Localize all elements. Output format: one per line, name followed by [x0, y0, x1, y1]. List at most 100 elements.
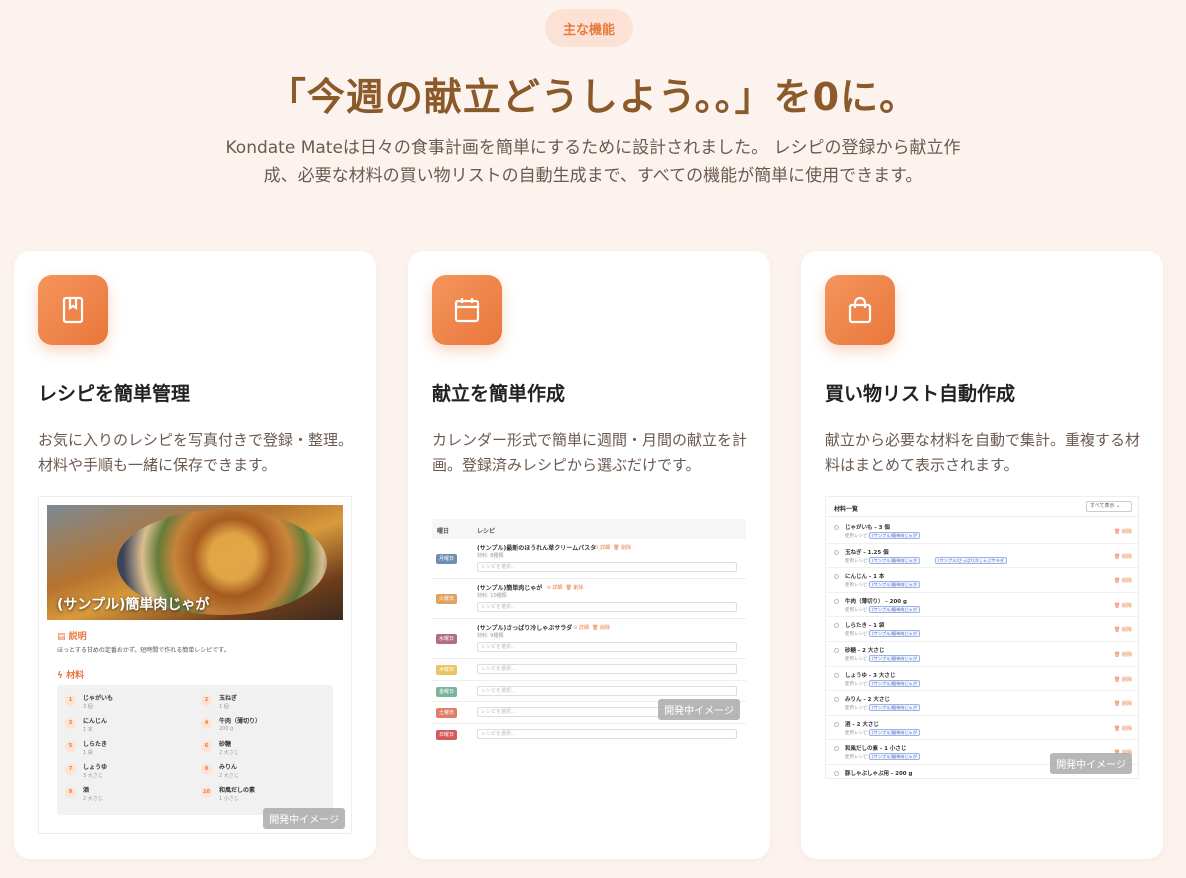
used-recipes-label: 使用レシピ:	[845, 730, 870, 736]
ingredient-number: 7	[65, 764, 76, 775]
recipe-photo: (サンプル)簡単肉じゃが	[47, 505, 343, 620]
item-checkbox[interactable]	[834, 746, 839, 752]
delete-button[interactable]: 🗑 削除	[1114, 553, 1132, 560]
ingredient-name: にんじん	[83, 718, 108, 725]
delete-button[interactable]: 🗑 削除	[1114, 577, 1132, 584]
recipe-select[interactable]: レシピを選択...	[477, 602, 737, 612]
feature-title: レシピを簡単管理	[38, 383, 191, 405]
item-name: 和風だしの素 - 1 小さじ	[845, 746, 907, 753]
used-recipes-label: 使用レシピ:	[845, 706, 870, 712]
shopping-item: 酒 - 2 大さじ 使用レシピ: (サンプル)簡単肉じゃが 🗑 削除	[826, 716, 1138, 741]
recipe-name[interactable]: (サンプル)さっぱり冷しゃぶサラダ	[477, 623, 572, 632]
delete-button[interactable]: 🗑 削除	[1114, 700, 1132, 707]
feature-desc: お気に入りのレシピを写真付きで登録・整理。材料や手順も一緒に保存できます。	[38, 431, 354, 474]
shopping-item: 玉ねぎ - 1.25 個使用レシピ: (サンプル)簡単肉じゃが (サンプル)さっぱり…	[826, 544, 1138, 569]
ingredient-item: 1 じゃがいも 3 個	[65, 693, 195, 715]
recipe-actions[interactable]: ⊙ 詳細 🗑 削除	[573, 624, 610, 631]
calendar-table-header: 曜日 レシピ	[432, 519, 746, 539]
recipe-select[interactable]: レシピを選択...	[477, 664, 737, 674]
ingredient-qty: 3 個	[83, 704, 93, 710]
day-badge: 日曜日	[436, 729, 457, 740]
item-checkbox[interactable]	[834, 525, 839, 530]
ingredient-item: 2 玉ねぎ 1 個	[201, 693, 331, 715]
day-badge: 木曜日	[436, 665, 457, 675]
item-checkbox[interactable]	[834, 697, 839, 703]
ingredient-number: 5	[65, 741, 76, 752]
ingredient-item: 6 砂糖 2 大さじ	[201, 739, 331, 761]
ingredient-qty: 1 小さじ	[219, 796, 239, 802]
item-name: しょうゆ - 3 大さじ	[845, 672, 896, 679]
day-badge: 火曜日	[436, 594, 457, 604]
item-checkbox[interactable]	[834, 549, 839, 555]
used-recipes-label: 使用レシピ:	[845, 657, 870, 662]
shopping-item: じゃがいも - 3 個使用レシピ: (サンプル)簡単肉じゃが 🗑 削除	[826, 519, 1138, 544]
item-name: みりん - 2 大さじ	[845, 697, 890, 704]
feature-desc: カレンダー形式で簡単に週間・月間の献立を計画。登録済みレシピから選ぶだけです。	[432, 431, 748, 474]
recipe-select[interactable]: レシピを選択...	[477, 562, 737, 572]
feature-card-recipe: レシピを簡単管理 お気に入りのレシピを写真付きで登録・整理。材料や手順も一緒に保…	[14, 251, 376, 859]
description-text: ほっとする甘めの定番おかず。短時間で作れる簡単レシピです。	[57, 647, 230, 654]
feature-card-calendar: 献立を簡単作成 カレンダー形式で簡単に週間・月間の献立を計画。登録済みレシピから…	[408, 251, 770, 859]
item-checkbox[interactable]	[834, 598, 839, 604]
filter-select[interactable]: すべて表示 ⌄	[1086, 501, 1132, 512]
ingredient-item: 9 酒 2 大さじ	[65, 785, 195, 807]
item-name: にんじん - 1 本	[845, 574, 885, 581]
item-checkbox[interactable]	[834, 672, 839, 678]
recipe-actions[interactable]: ⊙ 詳細 🗑 削除	[547, 584, 584, 591]
recipe-actions[interactable]: ⊙ 詳細 🗑 削除	[594, 544, 631, 551]
recipe-tag: (サンプル)簡単肉じゃが	[869, 704, 921, 712]
recipe-name[interactable]: (サンプル)簡単肉じゃが	[477, 583, 542, 592]
ingredient-number: 8	[201, 764, 212, 775]
delete-button[interactable]: 🗑 削除	[1114, 651, 1132, 658]
item-checkbox[interactable]	[834, 623, 839, 629]
item-name: 酒 - 2 大さじ	[845, 721, 879, 728]
item-checkbox[interactable]	[834, 721, 839, 727]
delete-button[interactable]: 🗑 削除	[1114, 676, 1132, 683]
recipe-tag: (サンプル)簡単肉じゃが	[869, 605, 921, 613]
ingredient-item: 10 和風だしの素 1 小さじ	[201, 785, 331, 807]
ingredient-item: 5 しらたき 1 袋	[65, 739, 195, 761]
recipe-select[interactable]: レシピを選択...	[477, 642, 737, 652]
ingredient-name: 玉ねぎ	[219, 695, 238, 702]
ingredient-qty: 1 本	[83, 727, 93, 733]
used-recipes-label: 使用レシピ:	[845, 755, 870, 761]
recipe-select[interactable]: レシピを選択...	[477, 728, 737, 739]
delete-button[interactable]: 🗑 削除	[1114, 725, 1132, 732]
delete-button[interactable]: 🗑 削除	[1114, 602, 1132, 609]
recipe-name[interactable]: (サンプル)最新のほうれん草クリームパスタ	[477, 543, 596, 552]
used-recipes-label: 使用レシピ:	[845, 558, 870, 564]
recipe-meta: 材料: 9種類	[477, 633, 504, 639]
day-badge: 金曜日	[436, 686, 457, 697]
recipe-select[interactable]: レシピを選択...	[477, 685, 737, 696]
ingredient-number: 3	[65, 718, 76, 729]
feature-desc: 献立から必要な材料を自動で集計。重複する材料はまとめて表示されます。	[825, 431, 1141, 474]
delete-button[interactable]: 🗑 削除	[1114, 528, 1132, 535]
item-checkbox[interactable]	[834, 574, 839, 580]
delete-button[interactable]: 🗑 削除	[1114, 626, 1132, 633]
calendar-row: 日曜日 レシピを選択...	[432, 724, 746, 745]
shopping-list-preview: 材料一覧 すべて表示 ⌄ じゃがいも - 3 個使用レシピ: (サンプル)簡単肉じ…	[825, 496, 1139, 779]
ingredient-name: 牛肉（薄切り）	[219, 718, 262, 725]
ingredient-item: 8 みりん 2 大さじ	[201, 762, 331, 784]
item-name: じゃがいも - 3 個	[845, 525, 890, 531]
shopping-item: 砂糖 - 2 大さじ 使用レシピ: (サンプル)簡単肉じゃが 🗑 削除	[826, 642, 1138, 667]
ingredient-list: 1 じゃがいも 3 個 2 玉ねぎ 1 個 3 にんじん 1 本 4 牛肉（薄切り） …	[57, 685, 333, 815]
day-badge: 水曜日	[436, 634, 457, 644]
ingredient-name: しらたき	[83, 741, 108, 748]
item-name: 牛肉（薄切り） - 200 g	[845, 598, 907, 605]
ingredient-number: 1	[65, 695, 76, 706]
item-checkbox[interactable]	[834, 771, 839, 776]
item-checkbox[interactable]	[834, 648, 839, 653]
calendar-icon	[432, 275, 502, 345]
feature-title: 買い物リスト自動作成	[825, 383, 1016, 405]
ingredient-name: 酒	[83, 787, 90, 794]
recipe-tag: (サンプル)簡単肉じゃが	[869, 556, 921, 564]
ingredient-name: しょうゆ	[83, 764, 108, 771]
recipe-tag: (サンプル)簡単肉じゃが	[869, 679, 921, 687]
item-name: 砂糖 - 2 大さじ	[845, 648, 885, 654]
shopping-item: 牛肉（薄切り） - 200 g 使用レシピ: (サンプル)簡単肉じゃが 🗑 削除	[826, 593, 1138, 618]
ingredient-qty: 2 大さじ	[219, 773, 239, 779]
ingredient-name: じゃがいも	[83, 695, 114, 702]
ingredient-number: 2	[201, 695, 212, 706]
ingredient-item: 3 にんじん 1 本	[65, 716, 195, 738]
